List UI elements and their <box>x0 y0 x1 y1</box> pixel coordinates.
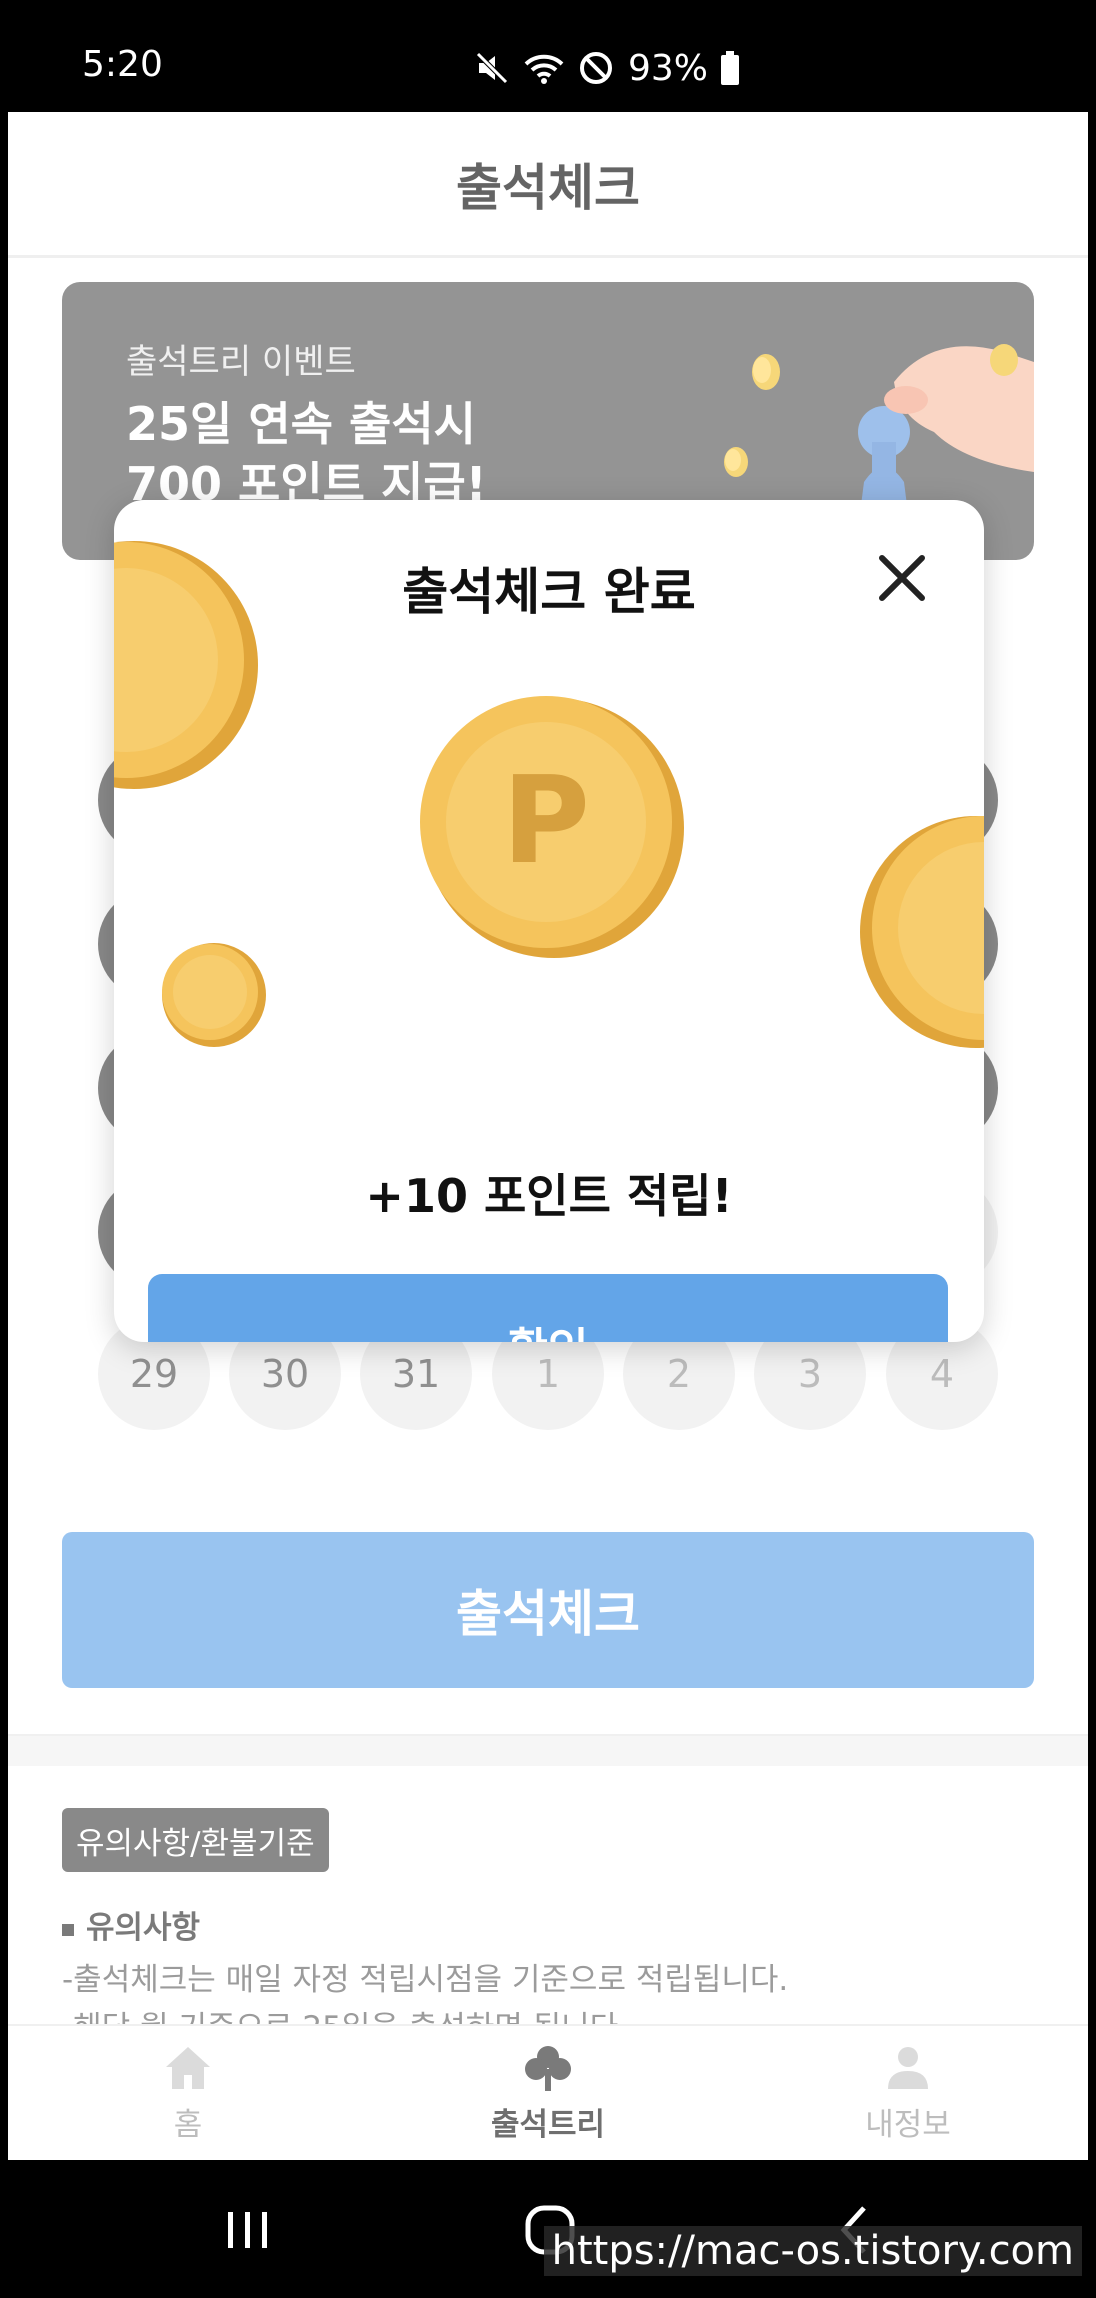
status-time: 5:20 <box>82 44 163 85</box>
wifi-icon <box>524 54 564 84</box>
recent-apps-icon[interactable] <box>218 2200 278 2260</box>
app-screen: 출석체크 출석트리 이벤트 25일 연속 출석시 700 포인트 지급! 29 <box>8 112 1088 2160</box>
mute-icon <box>476 52 508 84</box>
points-earned-message: +10 포인트 적립! <box>365 1169 733 1223</box>
battery-percentage: 93% <box>627 47 708 89</box>
watermark: https://mac-os.tistory.com <box>543 2226 1082 2276</box>
attendance-complete-dialog: P 출석체크 완료 +10 포인트 적립! 확인 <box>114 500 984 1342</box>
confirm-button[interactable]: 확인 <box>148 1274 948 1342</box>
status-icons: 93% <box>474 44 740 92</box>
coin-letter: P <box>502 752 590 891</box>
dialog-title: 출석체크 완료 <box>402 563 696 621</box>
battery-icon <box>721 51 739 85</box>
status-bar: 5:20 93% <box>0 0 1096 112</box>
dnd-icon <box>579 52 612 84</box>
close-icon[interactable] <box>874 550 930 606</box>
